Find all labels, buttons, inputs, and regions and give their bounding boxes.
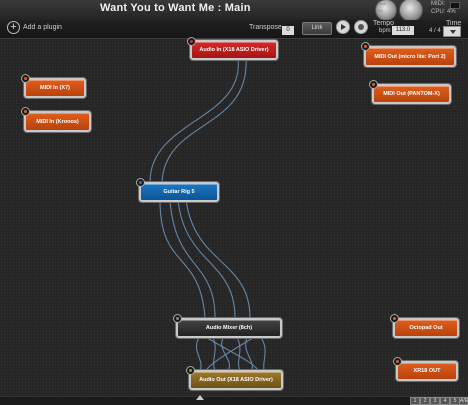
node-audio-mixer-pin-icon[interactable] — [173, 314, 182, 323]
node-xr18-out[interactable]: XR18 OUT — [396, 361, 458, 381]
node-midi-out-microlite-pin-icon[interactable] — [361, 42, 370, 51]
node-midi-in-x7-label: MIDI In (X7) — [40, 85, 70, 91]
node-xr18-out-label: XR18 OUT — [413, 368, 441, 374]
node-octopad-out-label: Octopad Out — [409, 325, 443, 331]
node-midi-out-pantom-label: MIDI Out (PANTOM-X) — [383, 91, 440, 97]
cpu-indicator: CPU: 4% — [431, 9, 456, 15]
node-guitar-rig-label: Guitar Rig 5 — [163, 189, 195, 195]
vol-knob-label: Vol — [377, 8, 383, 13]
midi-activity-led — [450, 2, 460, 9]
node-audio-out[interactable]: Audio Out (X18 ASIO Driver) — [189, 370, 283, 390]
node-octopad-out-pin-icon[interactable] — [390, 314, 399, 323]
node-midi-out-microlite-label: MIDI Out (micro lite: Port 2) — [374, 53, 446, 60]
node-midi-in-kronos[interactable]: MIDI In (Kronos) — [24, 111, 91, 132]
node-midi-in-x7[interactable]: MIDI In (X7) — [24, 78, 86, 98]
time-signature: 4 / 4 — [429, 28, 441, 34]
link-button[interactable]: Link — [302, 22, 332, 35]
node-midi-out-microlite[interactable]: MIDI Out (micro lite: Port 2) — [364, 46, 456, 67]
transpose-label: Transpose — [249, 24, 282, 31]
record-icon[interactable] — [354, 20, 368, 34]
cpu-label: CPU: — [431, 9, 446, 15]
tempo-label: Tempo — [373, 20, 395, 27]
node-guitar-rig[interactable]: Guitar Rig 5 — [139, 182, 219, 202]
node-midi-out-pantom[interactable]: MIDI Out (PANTOM-X) — [372, 84, 451, 104]
node-audio-mixer-label: Audio Mixer (8ch) — [205, 325, 253, 331]
node-audio-mixer[interactable]: Audio Mixer (8ch) — [176, 318, 282, 338]
transpose-field[interactable]: 0 — [282, 26, 294, 35]
node-audio-in-label: Audio In (X18 ASIO Driver) — [199, 47, 269, 53]
node-audio-in-pin-icon[interactable] — [187, 37, 196, 46]
node-guitar-rig-pin-icon[interactable] — [136, 178, 145, 187]
scroll-up-arrow-icon[interactable] — [196, 395, 204, 400]
add-plugin-label[interactable]: Add a plugin — [23, 24, 62, 31]
node-xr18-out-pin-icon[interactable] — [393, 357, 402, 366]
time-signature-dropdown-icon[interactable] — [443, 26, 461, 37]
node-audio-in[interactable]: Audio In (X18 ASIO Driver) — [190, 40, 278, 60]
node-midi-in-kronos-label: MIDI In (Kronos) — [36, 118, 79, 125]
node-midi-out-pantom-pin-icon[interactable] — [369, 80, 378, 89]
node-midi-in-x7-pin-icon[interactable] — [21, 74, 30, 83]
node-audio-out-label: Audio Out (X18 ASIO Driver) — [199, 377, 273, 383]
node-octopad-out[interactable]: Octopad Out — [393, 318, 459, 338]
midi-indicator-label: MIDI: — [431, 1, 446, 7]
play-icon[interactable] — [336, 20, 350, 34]
node-audio-out-pin-icon[interactable] — [186, 366, 195, 375]
node-midi-in-kronos-pin-icon[interactable] — [21, 107, 30, 116]
cpu-value: 4% — [447, 9, 456, 15]
bpm-field[interactable]: 113.0 — [392, 26, 414, 35]
window-title: Want You to Want Me : Main — [100, 2, 251, 14]
add-plugin-icon[interactable]: + — [7, 21, 20, 34]
bpm-label: bpm — [379, 28, 391, 34]
tone-knob-label: Tone — [377, 1, 386, 6]
